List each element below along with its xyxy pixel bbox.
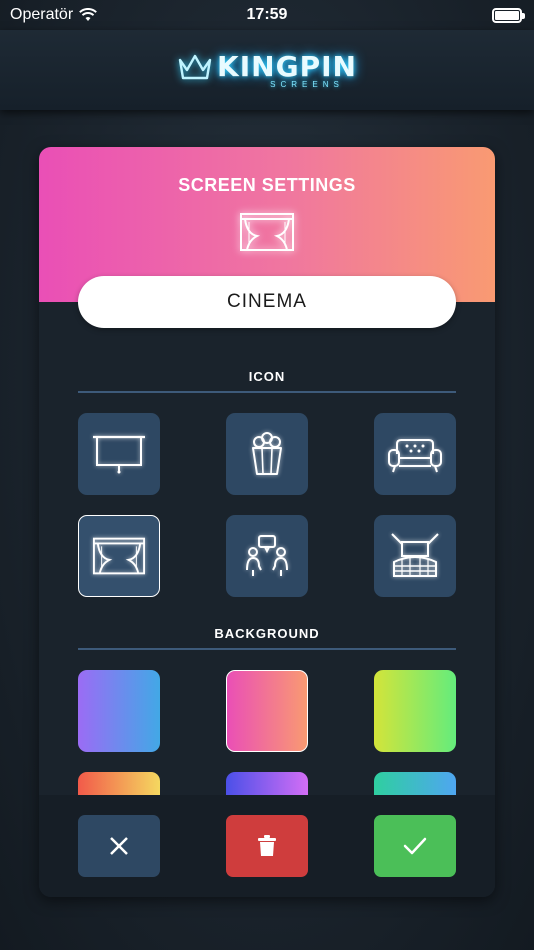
- battery-icon: [492, 7, 525, 23]
- people-chat-icon: [246, 535, 288, 576]
- background-section-label: BACKGROUND: [214, 626, 320, 641]
- background-option-2[interactable]: [226, 670, 308, 752]
- action-footer: [39, 795, 495, 897]
- battery-fill: [495, 10, 519, 20]
- icon-option-popcorn[interactable]: [226, 413, 308, 495]
- icon-option-curtain-stage[interactable]: [78, 515, 160, 597]
- theater-seats-icon: [391, 533, 439, 577]
- icon-option-projector-screen[interactable]: [78, 413, 160, 495]
- projector-screen-icon: [93, 435, 145, 474]
- trash-icon: [258, 835, 276, 856]
- background-option-1[interactable]: [78, 670, 160, 752]
- icon-option-theater-seats[interactable]: [374, 515, 456, 597]
- icon-section-label: ICON: [248, 369, 286, 384]
- icon-option-people-chat[interactable]: [226, 515, 308, 597]
- logo-sub: SCREENS: [270, 79, 344, 89]
- status-left: Operatör: [10, 6, 98, 24]
- screen-name-input[interactable]: CINEMA: [78, 276, 456, 328]
- wifi-icon: [79, 8, 98, 21]
- curtain-stage-icon: [240, 213, 294, 251]
- icon-divider: [78, 391, 456, 393]
- screen-settings-card: SCREEN SETTINGS CINEMA ICON BACKGROUND: [39, 147, 495, 897]
- status-bar: Operatör 17:59: [0, 0, 534, 30]
- logo-text: KINGPIN SCREENS: [217, 49, 357, 89]
- app-logo: KINGPIN SCREENS: [177, 49, 357, 89]
- carrier-label: Operatör: [10, 6, 74, 23]
- close-icon: [110, 837, 128, 855]
- logo-word: KINGPIN: [217, 49, 357, 83]
- background-option-3[interactable]: [374, 670, 456, 752]
- checkmark-icon: [403, 837, 427, 855]
- cancel-button[interactable]: [78, 815, 160, 877]
- app-header: KINGPIN SCREENS: [0, 30, 534, 110]
- delete-button[interactable]: [226, 815, 308, 877]
- popcorn-icon: [252, 432, 282, 475]
- background-divider: [78, 648, 456, 650]
- card-title: SCREEN SETTINGS: [178, 175, 356, 195]
- crown-icon: [178, 54, 212, 79]
- sofa-icon: [388, 439, 442, 473]
- icon-option-sofa[interactable]: [374, 413, 456, 495]
- curtain-stage-icon: [92, 537, 146, 575]
- confirm-button[interactable]: [374, 815, 456, 877]
